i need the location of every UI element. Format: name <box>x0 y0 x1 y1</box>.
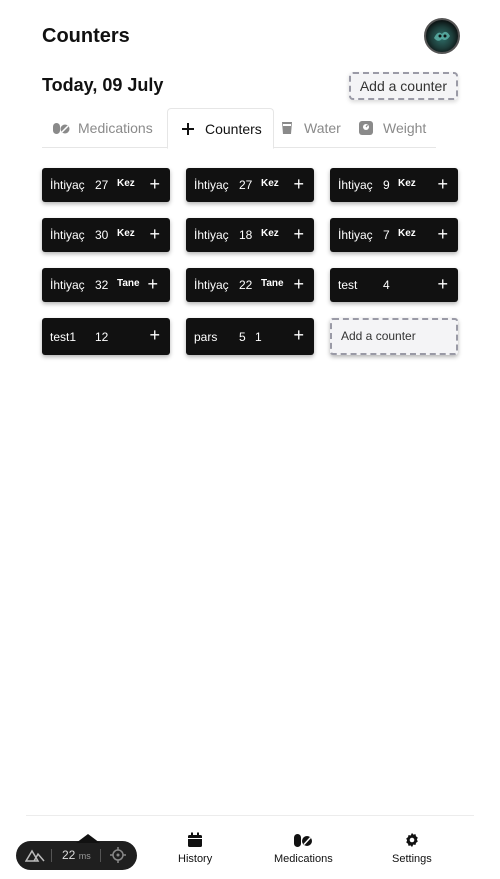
counter-name: İhtiyaç <box>194 278 229 292</box>
increment-button[interactable]: + <box>293 275 304 293</box>
plus-icon <box>179 121 197 137</box>
counter-unit: Kez <box>398 178 416 189</box>
pill-icon <box>294 834 313 847</box>
counter-name: İhtiyaç <box>194 228 229 242</box>
increment-button[interactable]: + <box>149 225 160 243</box>
divider <box>100 849 101 862</box>
counter-value: 27 <box>95 178 109 192</box>
counter-name: İhtiyaç <box>338 228 373 242</box>
app-header: Counters <box>42 18 460 54</box>
counter-unit: Tane <box>261 278 284 289</box>
page-title: Counters <box>42 25 130 47</box>
divider <box>51 849 52 862</box>
increment-button[interactable]: + <box>149 326 160 344</box>
counter-value: 7 <box>383 228 390 242</box>
nav-label: Settings <box>392 853 432 865</box>
counter-card[interactable]: İhtiyaç 18 Kez + <box>186 218 314 252</box>
counter-value: 30 <box>95 228 109 242</box>
render-time: 22 ms <box>62 848 91 862</box>
counter-card[interactable]: İhtiyaç 9 Kez + <box>330 168 458 202</box>
counter-value: 4 <box>383 278 390 292</box>
counter-card[interactable]: İhtiyaç 32 Tane + <box>42 268 170 302</box>
counter-value: 9 <box>383 178 390 192</box>
tab-counters[interactable]: Counters <box>167 108 274 149</box>
counter-card[interactable]: İhtiyaç 22 Tane + <box>186 268 314 302</box>
counter-card[interactable]: test 4 + <box>330 268 458 302</box>
tab-label: Weight <box>383 120 427 136</box>
counter-value: 27 <box>239 178 253 192</box>
counter-card[interactable]: test1 12 + <box>42 318 170 355</box>
date-row: Today, 09 July Add a counter <box>42 70 458 102</box>
counter-value: 18 <box>239 228 253 242</box>
counter-unit: Tane <box>117 278 140 289</box>
nav-label: History <box>178 853 213 865</box>
tab-water[interactable]: Water <box>278 108 341 148</box>
nav-label: Medications <box>274 853 333 865</box>
increment-button[interactable]: + <box>293 326 304 344</box>
scale-icon <box>357 120 375 136</box>
nav-history[interactable]: History <box>178 832 212 865</box>
avatar-image-icon <box>434 31 450 41</box>
counter-name: pars <box>194 330 218 344</box>
counter-unit: Kez <box>117 228 135 239</box>
counter-name: İhtiyaç <box>50 178 85 192</box>
add-counter-label: Add a counter <box>341 329 416 343</box>
counter-unit: Kez <box>261 178 279 189</box>
current-date: Today, 09 July <box>42 75 164 95</box>
add-counter-card[interactable]: Add a counter <box>330 318 458 355</box>
tab-medications[interactable]: Medications <box>52 108 153 148</box>
calendar-icon <box>188 832 203 847</box>
increment-button[interactable]: + <box>293 175 304 193</box>
tab-label: Water <box>304 120 341 136</box>
tab-label: Counters <box>205 120 262 137</box>
counter-card[interactable]: pars 5 1 + <box>186 318 314 355</box>
counter-name: İhtiyaç <box>50 228 85 242</box>
tab-bar: Medications Counters Water Weight <box>42 108 436 149</box>
nav-settings[interactable]: Settings <box>392 832 432 865</box>
increment-button[interactable]: + <box>293 225 304 243</box>
counter-card[interactable]: İhtiyaç 27 Kez + <box>186 168 314 202</box>
counter-unit: Kez <box>117 178 135 189</box>
tab-label: Medications <box>78 120 153 136</box>
counter-name: İhtiyaç <box>50 278 85 292</box>
counter-value: 5 <box>239 330 246 344</box>
increment-button[interactable]: + <box>437 175 448 193</box>
counter-value: 22 <box>239 278 253 292</box>
glass-icon <box>278 120 296 136</box>
counter-value: 12 <box>95 330 109 344</box>
gear-icon <box>406 832 418 848</box>
counter-name: İhtiyaç <box>338 178 373 192</box>
inspect-target-icon[interactable] <box>110 847 126 863</box>
counter-unit: Kez <box>261 228 279 239</box>
counter-unit: Kez <box>398 228 416 239</box>
nav-medications[interactable]: Medications <box>274 832 333 865</box>
tab-weight[interactable]: Weight <box>357 108 426 148</box>
counter-card[interactable]: İhtiyaç 7 Kez + <box>330 218 458 252</box>
avatar[interactable] <box>424 18 460 54</box>
pill-icon <box>52 120 70 136</box>
increment-button[interactable]: + <box>147 275 158 293</box>
increment-button[interactable]: + <box>437 225 448 243</box>
counter-unit: 1 <box>255 330 262 344</box>
render-time-unit: ms <box>78 851 91 861</box>
increment-button[interactable]: + <box>437 275 448 293</box>
dev-toolbar[interactable]: 22 ms <box>16 834 137 870</box>
counter-name: test <box>338 278 358 292</box>
counter-card[interactable]: İhtiyaç 30 Kez + <box>42 218 170 252</box>
counter-name: test1 <box>50 330 77 344</box>
counter-value: 32 <box>95 278 109 292</box>
increment-button[interactable]: + <box>149 175 160 193</box>
counter-name: İhtiyaç <box>194 178 229 192</box>
counter-card[interactable]: İhtiyaç 27 Kez + <box>42 168 170 202</box>
render-time-value: 22 <box>62 848 76 862</box>
add-counter-button[interactable]: Add a counter <box>348 72 458 100</box>
nuxt-logo-icon <box>25 849 45 862</box>
